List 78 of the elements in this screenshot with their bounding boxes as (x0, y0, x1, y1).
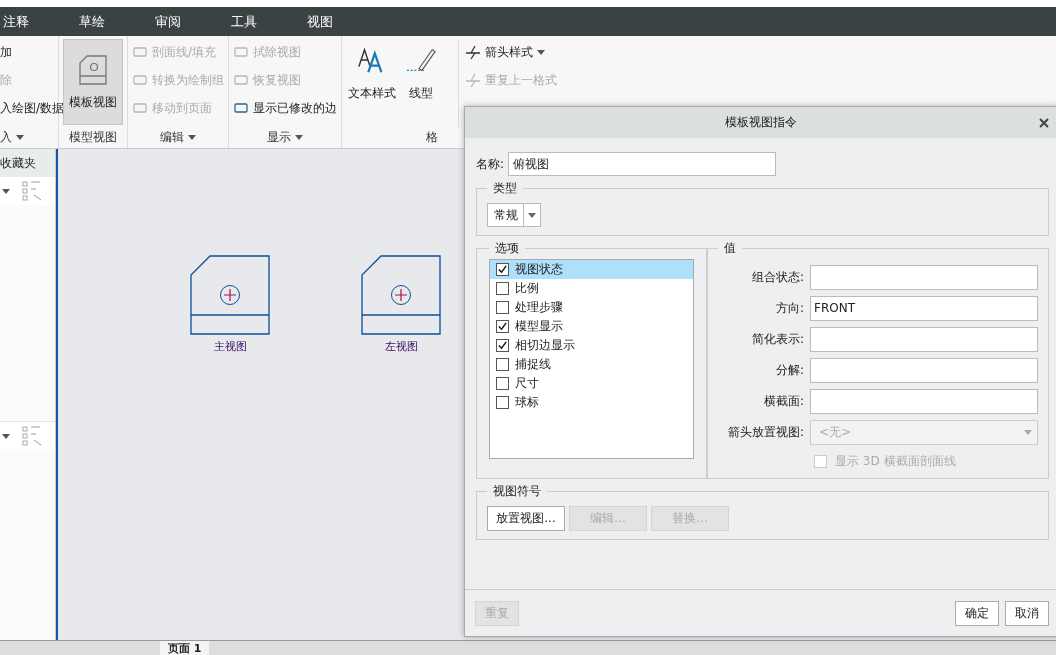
option-item[interactable]: 模型显示 (490, 317, 693, 336)
field-label: 横截面: (762, 393, 804, 410)
caret-icon[interactable] (295, 134, 303, 140)
ribbon-button[interactable]: 箭头样式 (465, 41, 557, 63)
line-style-button[interactable]: 线型 (404, 39, 438, 127)
tool-icon (233, 72, 249, 88)
ribbon-tab[interactable]: 审阅 (152, 12, 228, 31)
group-title: 视图符号 (492, 483, 542, 500)
template-view-button[interactable]: 模板视图 (63, 39, 123, 125)
group-label: 编辑 (160, 128, 184, 146)
checkbox[interactable] (496, 339, 509, 352)
tool-icon (132, 44, 148, 60)
view-label: 左视图 (384, 339, 418, 354)
group-label: 模型视图 (69, 128, 117, 146)
tool-icon (132, 72, 148, 88)
view-label: 主视图 (213, 339, 247, 354)
checkbox[interactable] (496, 358, 509, 371)
close-icon[interactable] (1039, 118, 1049, 128)
caret-icon[interactable] (16, 134, 24, 140)
option-item[interactable]: 尺寸 (490, 374, 693, 393)
input-field[interactable] (810, 327, 1038, 352)
input-field[interactable] (810, 358, 1038, 383)
view-template-icon (78, 53, 108, 86)
caret-icon (537, 49, 545, 55)
group-label: 显示 (267, 128, 291, 146)
ribbon-button[interactable]: 加 (0, 41, 65, 63)
ribbon-tab[interactable]: 注释 (0, 12, 76, 31)
field-label: 箭头放置视图: (726, 424, 804, 441)
dialog-title: 模板视图指令 (725, 114, 797, 131)
option-item[interactable]: 捕捉线 (490, 355, 693, 374)
group-label: 入 (0, 128, 12, 146)
checkbox[interactable] (496, 396, 509, 409)
checkbox[interactable] (496, 263, 509, 276)
tool-icon (132, 100, 148, 116)
ribbon-tab[interactable]: 视图 (304, 12, 380, 31)
input-field[interactable]: FRONT (810, 296, 1038, 321)
option-item[interactable]: 比例 (490, 279, 693, 298)
type-dropdown[interactable]: 常规 (487, 203, 541, 227)
input-field[interactable] (810, 389, 1038, 414)
option-item[interactable]: 球标 (490, 393, 693, 412)
caret-icon[interactable] (528, 212, 536, 218)
arrow-icon (465, 44, 481, 60)
ribbon-tab[interactable]: 工具 (228, 12, 304, 31)
page-tab[interactable]: 页面 1 (160, 641, 210, 655)
ribbon-tab[interactable]: 草绘 (76, 12, 152, 31)
name-field[interactable]: 俯视图 (508, 152, 777, 176)
caret-icon[interactable] (2, 188, 10, 194)
name-label: 名称: (476, 155, 505, 173)
dialog-button[interactable]: 放置视图... (487, 506, 565, 531)
group-title: 类型 (492, 180, 518, 197)
field-label: 简化表示: (750, 331, 804, 348)
option-item[interactable]: 处理步骤 (490, 298, 693, 317)
group-title: 值 (723, 240, 737, 257)
arrow-icon (465, 72, 481, 88)
favorites-header: 收藏夹 (0, 149, 55, 177)
group-title: 选项 (494, 240, 520, 257)
caret-icon[interactable] (2, 433, 10, 439)
option-item[interactable]: 相切边显示 (490, 336, 693, 355)
dialog-button[interactable]: 确定 (955, 600, 999, 626)
checkbox[interactable] (496, 282, 509, 295)
tool-icon (233, 100, 249, 116)
part-drawing[interactable] (361, 255, 441, 335)
checkbox[interactable] (496, 320, 509, 333)
field-label: 组合状态: (750, 269, 804, 286)
group-label: 格 (426, 129, 438, 146)
field-label: 分解: (774, 362, 804, 379)
ribbon-button[interactable]: 显示已修改的边 (233, 97, 337, 119)
part-drawing[interactable] (190, 255, 270, 335)
text-style-button[interactable]: 文本样式 (346, 39, 398, 127)
tool-icon (233, 44, 249, 60)
ribbon-button[interactable]: 入绘图/数据 (0, 97, 65, 119)
option-item[interactable]: 视图状态 (490, 260, 693, 279)
input-field[interactable] (810, 265, 1038, 290)
field-label: 方向: (774, 300, 804, 317)
caret-icon[interactable] (188, 134, 196, 140)
dialog-button[interactable]: 取消 (1005, 600, 1049, 626)
checkbox[interactable] (496, 301, 509, 314)
checkbox[interactable] (496, 377, 509, 390)
